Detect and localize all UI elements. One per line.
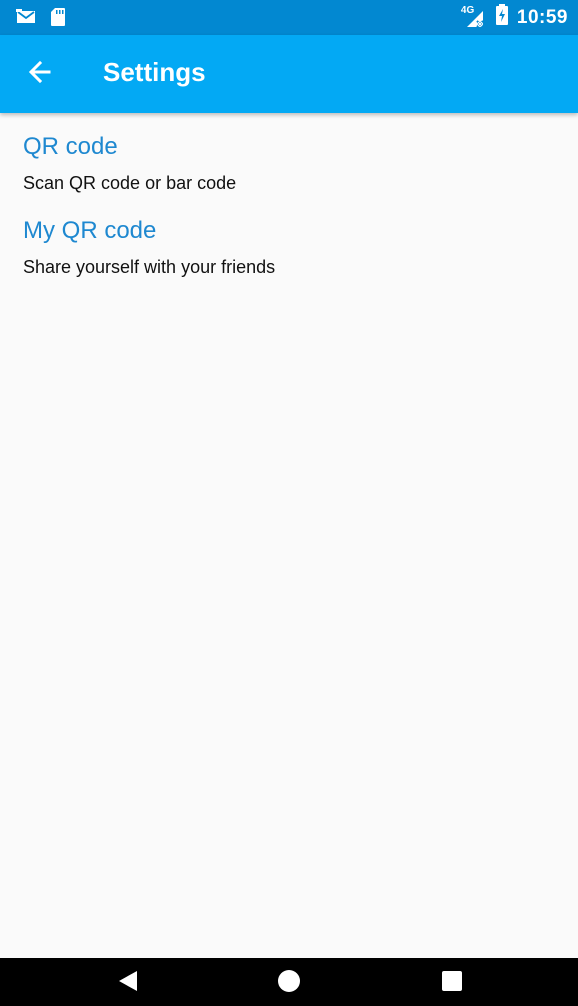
nav-back-button[interactable] <box>113 970 143 996</box>
pref-title: QR code <box>23 133 118 160</box>
settings-screen: 4G 10:59 Settings QR code Scan QR code o… <box>0 0 578 1006</box>
app-bar: Settings <box>0 35 578 113</box>
arrow-back-icon <box>27 59 53 90</box>
pref-qr-code[interactable]: QR code Scan QR code or bar code <box>0 123 578 203</box>
sd-card-icon <box>50 7 66 32</box>
page-title: Settings <box>103 57 206 87</box>
back-button[interactable] <box>20 54 60 94</box>
recents-square-icon <box>441 970 463 997</box>
network-type-label: 4G <box>460 4 475 16</box>
status-left-icons <box>16 7 66 32</box>
status-bar: 4G 10:59 <box>0 0 578 35</box>
preferences-list: QR code Scan QR code or bar code My QR c… <box>0 113 578 958</box>
pref-my-qr-code[interactable]: My QR code Share yourself with your frie… <box>0 207 578 287</box>
pref-summary: Scan QR code or bar code <box>23 173 237 193</box>
pref-title: My QR code <box>23 217 157 244</box>
signal-icon: 4G <box>461 5 487 31</box>
mail-icon <box>16 9 36 30</box>
status-time: 10:59 <box>516 6 568 28</box>
status-right-icons: 4G 10:59 <box>461 4 568 31</box>
pref-summary: Share yourself with your friends <box>23 257 276 277</box>
home-circle-icon <box>277 969 301 998</box>
back-triangle-icon <box>117 969 139 998</box>
navigation-bar <box>0 958 578 1006</box>
nav-recents-button[interactable] <box>437 970 467 996</box>
battery-charging-icon <box>495 4 509 31</box>
nav-home-button[interactable] <box>274 969 304 998</box>
